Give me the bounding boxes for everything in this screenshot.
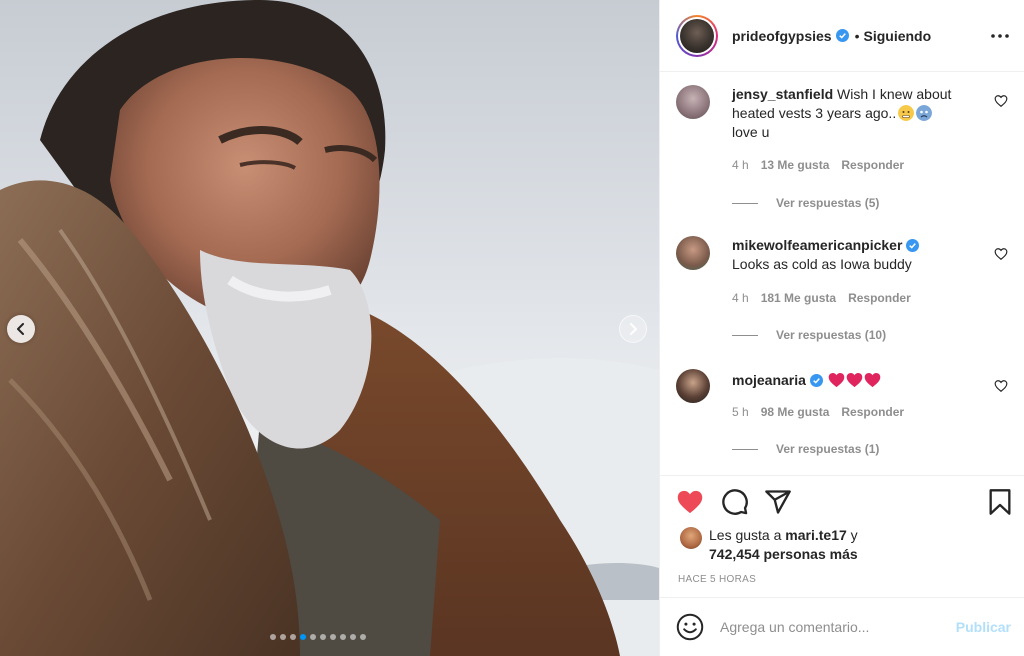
liker-avatar[interactable] <box>680 527 702 549</box>
header-separator: • <box>854 27 860 44</box>
view-replies-label: Ver respuestas (10) <box>776 328 887 342</box>
commenter-avatar[interactable] <box>676 85 710 119</box>
comment-composer: Publicar <box>660 597 1024 656</box>
comment-item: jensy_stanfield Wish I knew about heated… <box>676 85 1010 215</box>
comments-list[interactable]: jensy_stanfield Wish I knew about heated… <box>660 73 1024 475</box>
save-bookmark-icon[interactable] <box>986 488 1014 516</box>
comment-body: jensy_stanfield Wish I knew about heated… <box>732 85 990 142</box>
post-timestamp[interactable]: HACE 5 HORAS <box>678 574 756 585</box>
carousel-indicators <box>270 634 366 640</box>
carousel-dot <box>300 634 306 640</box>
comment-time: 5 h <box>732 405 749 419</box>
view-replies-button[interactable]: Ver respuestas (1) <box>732 442 879 456</box>
comment-body: mojeanaria <box>732 371 990 390</box>
view-replies-button[interactable]: Ver respuestas (5) <box>732 196 879 210</box>
liker-username[interactable]: mari.te17 <box>785 527 846 543</box>
post-photo <box>0 0 659 656</box>
commenter-username[interactable]: mikewolfeamericanpicker <box>732 237 902 253</box>
author-username[interactable]: prideofgypsies <box>732 28 832 44</box>
chevron-right-icon <box>630 323 637 335</box>
likes-joiner: y <box>850 527 858 543</box>
red-heart-emoji <box>828 373 845 388</box>
more-horizontal-icon[interactable] <box>990 26 1010 46</box>
reply-button[interactable]: Responder <box>848 291 911 305</box>
view-replies-label: Ver respuestas (5) <box>776 196 880 210</box>
comment-text: Looks as cold as Iowa buddy <box>732 256 912 272</box>
post-details-panel: prideofgypsies • Siguiendo jensy_stanfie… <box>659 0 1024 656</box>
comment-item: mojeanaria 5 h 98 Me gusta Responder Ver… <box>676 369 1010 469</box>
carousel-dot <box>290 634 296 640</box>
comment-body: mikewolfeamericanpicker Looks as cold as… <box>732 236 990 274</box>
comment-meta: 4 h 13 Me gusta Responder <box>732 158 904 172</box>
comment-like-heart-icon[interactable] <box>994 94 1008 108</box>
view-replies-label: Ver respuestas (1) <box>776 442 880 456</box>
cold-sweat-face-emoji <box>916 105 933 121</box>
red-heart-emoji <box>864 373 881 388</box>
verified-badge-icon <box>809 374 823 387</box>
emoji-picker-icon[interactable] <box>676 613 704 641</box>
likes-text: Les gusta a mari.te17 y 742,454 personas… <box>709 526 858 564</box>
chevron-left-icon <box>17 323 24 335</box>
post-media-carousel[interactable] <box>0 0 659 656</box>
likes-others-count[interactable]: 742,454 personas más <box>709 546 858 562</box>
instagram-post-modal: prideofgypsies • Siguiendo jensy_stanfie… <box>0 0 1024 656</box>
comment-meta: 4 h 181 Me gusta Responder <box>732 291 911 305</box>
carousel-dot <box>350 634 356 640</box>
verified-badge-icon <box>835 29 849 42</box>
following-button[interactable]: Siguiendo <box>864 28 932 44</box>
comment-like-heart-icon[interactable] <box>994 379 1008 393</box>
freezing-face-emoji <box>898 105 915 121</box>
carousel-dot <box>270 634 276 640</box>
comment-item: mikewolfeamericanpicker Looks as cold as… <box>676 236 1010 346</box>
comment-likes-count[interactable]: 98 Me gusta <box>761 405 830 419</box>
likes-summary: Les gusta a mari.te17 y 742,454 personas… <box>680 526 858 564</box>
reply-button[interactable]: Responder <box>841 405 904 419</box>
commenter-username[interactable]: mojeanaria <box>732 372 806 388</box>
next-slide-button[interactable] <box>619 315 647 343</box>
carousel-dot <box>310 634 316 640</box>
comment-like-heart-icon[interactable] <box>994 247 1008 261</box>
commenter-avatar[interactable] <box>676 369 710 403</box>
carousel-dot <box>330 634 336 640</box>
comment-likes-count[interactable]: 13 Me gusta <box>761 158 830 172</box>
add-comment-input[interactable] <box>720 619 940 635</box>
comment-meta: 5 h 98 Me gusta Responder <box>732 405 904 419</box>
carousel-dot <box>320 634 326 640</box>
red-heart-emoji <box>846 373 863 388</box>
like-heart-filled-icon[interactable] <box>676 488 704 516</box>
comment-bubble-icon[interactable] <box>721 488 749 516</box>
comment-likes-count[interactable]: 181 Me gusta <box>761 291 836 305</box>
likes-prefix: Les gusta a <box>709 527 782 543</box>
commenter-username[interactable]: jensy_stanfield <box>732 86 833 102</box>
comment-time: 4 h <box>732 291 749 305</box>
publish-button[interactable]: Publicar <box>956 619 1011 635</box>
share-paper-plane-icon[interactable] <box>764 488 792 516</box>
view-replies-button[interactable]: Ver respuestas (10) <box>732 328 886 342</box>
carousel-dot <box>360 634 366 640</box>
reply-button[interactable]: Responder <box>841 158 904 172</box>
verified-badge-icon <box>906 239 920 252</box>
previous-slide-button[interactable] <box>7 315 35 343</box>
post-header: prideofgypsies • Siguiendo <box>660 0 1024 72</box>
post-actions-section: Les gusta a mari.te17 y 742,454 personas… <box>660 475 1024 597</box>
carousel-dot <box>280 634 286 640</box>
commenter-avatar[interactable] <box>676 236 710 270</box>
author-avatar[interactable] <box>676 14 718 57</box>
comment-time: 4 h <box>732 158 749 172</box>
comment-text-tail: love u <box>732 124 770 140</box>
carousel-dot <box>340 634 346 640</box>
